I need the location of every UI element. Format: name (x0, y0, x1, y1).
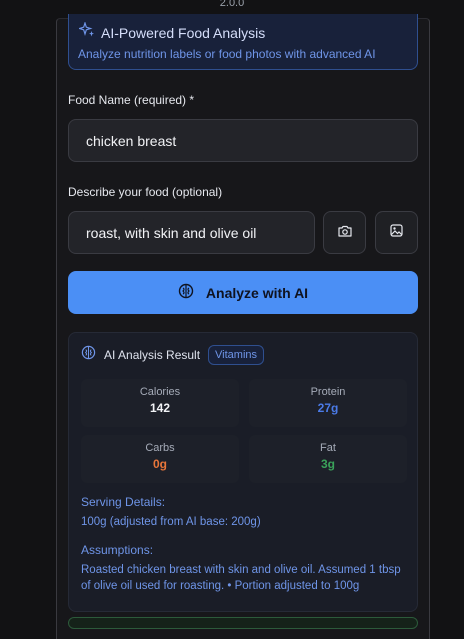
food-name-input[interactable]: chicken breast (68, 119, 418, 162)
analyze-with-ai-button[interactable]: Analyze with AI (68, 271, 418, 314)
top-cut-text: 2.0.0 (219, 0, 245, 6)
stat-label: Protein (310, 386, 346, 398)
brain-icon (178, 283, 194, 302)
description-input[interactable]: roast, with skin and olive oil (68, 211, 315, 254)
ai-analysis-result-card: AI Analysis Result Vitamins Calories 142… (68, 332, 418, 612)
carbs-stat: Carbs 0g (81, 435, 239, 483)
food-name-label: Food Name (required) * (68, 93, 195, 107)
calories-stat: Calories 142 (81, 379, 239, 427)
serving-details-label: Serving Details: (81, 495, 166, 509)
sparkles-icon (77, 20, 95, 43)
stat-value: 27g (317, 401, 339, 415)
ai-analysis-banner: AI-Powered Food Analysis Analyze nutriti… (68, 14, 418, 70)
camera-button[interactable] (323, 211, 366, 254)
camera-icon (337, 224, 352, 242)
next-card-edge (68, 617, 418, 629)
ai-banner-subtitle: Analyze nutrition labels or food photos … (78, 47, 376, 61)
gallery-button[interactable] (375, 211, 418, 254)
serving-details-text: 100g (adjusted from AI base: 200g) (81, 516, 261, 528)
analyze-button-label: Analyze with AI (205, 284, 309, 301)
stat-label: Calories (139, 386, 181, 398)
brain-icon (81, 345, 96, 365)
fat-stat: Fat 3g (249, 435, 407, 483)
protein-stat: Protein 27g (249, 379, 407, 427)
stat-value: 3g (320, 457, 335, 471)
vitamins-badge[interactable]: Vitamins (208, 345, 265, 365)
stat-label: Fat (320, 442, 336, 454)
description-label: Describe your food (optional) (68, 185, 223, 199)
stat-label: Carbs (145, 442, 175, 454)
image-icon (390, 223, 403, 242)
stat-value: 0g (152, 457, 167, 471)
assumptions-text: Roasted chicken breast with skin and oli… (81, 564, 401, 592)
assumptions-label: Assumptions: (81, 543, 154, 557)
stat-value: 142 (149, 401, 171, 415)
result-title: AI Analysis Result (104, 348, 201, 362)
ai-banner-title: AI-Powered Food Analysis (101, 24, 266, 41)
